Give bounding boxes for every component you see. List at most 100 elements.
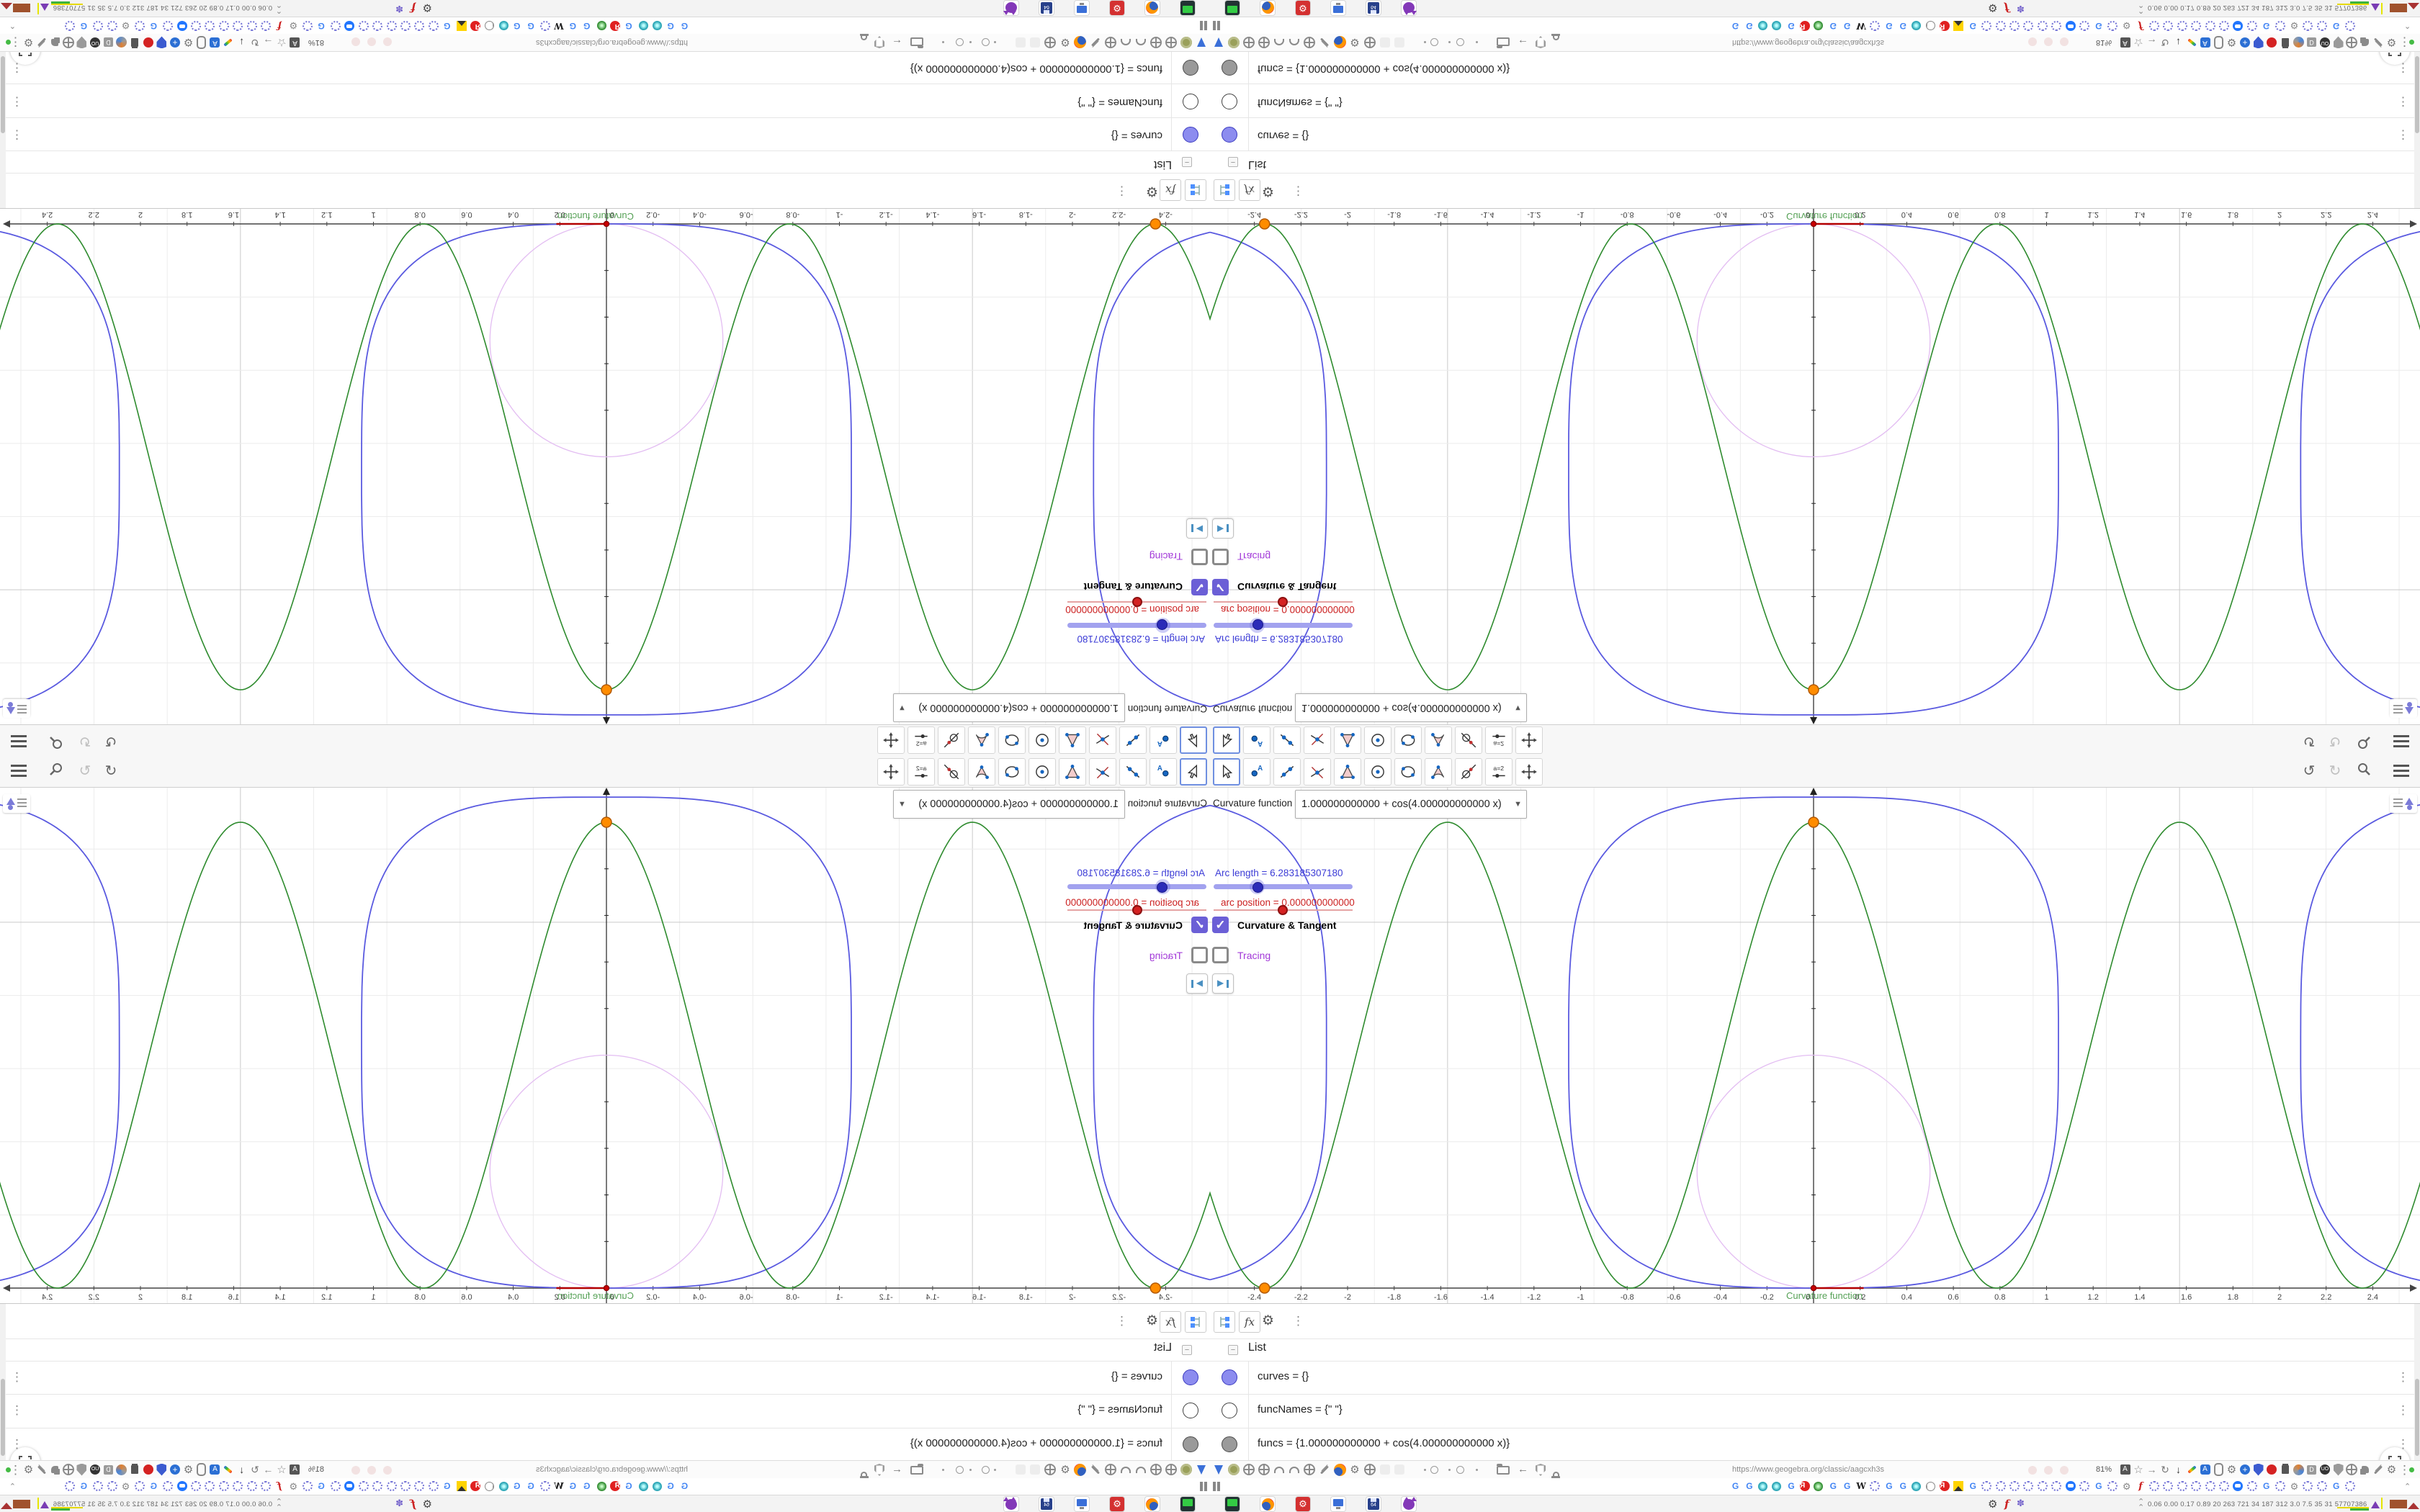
globe-icon[interactable] [1164,1462,1178,1477]
graphics-view[interactable]: Curvature function -2.4 -2.2 -2 -1.8 -1.6 -1.4… [0,788,1210,1303]
tab-circle-icon[interactable] [1448,41,1451,44]
chevron-up-icon[interactable]: ⌃ [9,21,16,30]
redo-button[interactable]: ↻ [2326,732,2344,750]
map-pin-icon[interactable] [1211,1462,1226,1477]
bookmark-flash-favicon[interactable]: f [2136,20,2146,31]
wrench-icon[interactable] [36,35,48,50]
star-icon[interactable]: ☆ [276,1462,288,1477]
algebra-row[interactable]: funcs = {1.000000000000 + cos(4.00000000… [1210,1428,2420,1461]
tool-move-button[interactable] [1180,758,1207,786]
tab-circle-icon[interactable] [956,38,964,47]
bookmark-geogebra-favicon[interactable] [93,21,104,31]
bookmark-geogebra-favicon[interactable] [372,21,383,31]
bookmark-google-favicon[interactable]: G [1898,20,1909,31]
row-kebab-menu[interactable]: ⋮ [11,127,23,142]
tool-point-button[interactable]: A [1243,726,1270,754]
bookmark-geogebra-favicon[interactable] [358,1481,369,1491]
graphics-stylebar-toggle[interactable] [3,699,30,718]
search-button[interactable] [47,762,66,780]
function-input[interactable]: 1.000000000000 + cos(4.000000000000 x) ▼ [893,693,1125,722]
play-step-button[interactable]: ▶ [1212,973,1234,994]
bookmark-geogebra-favicon[interactable] [1981,1481,1992,1491]
download-icon[interactable]: ↓ [236,1462,248,1477]
algebra-kebab-menu[interactable]: ⋮ [1292,1314,1304,1328]
gear-icon[interactable]: ⚙ [1262,1313,1274,1329]
tab-circle-icon[interactable] [994,41,996,44]
shield-icon[interactable] [1536,36,1546,48]
bookmark-geogebra-favicon[interactable] [2205,1481,2215,1491]
gear-tray-icon[interactable]: ⚙ [1988,1,1997,14]
graphics-stylebar-toggle[interactable] [2390,794,2417,813]
globe-icon[interactable] [63,1462,75,1477]
search-button[interactable] [2354,732,2373,750]
zoom-level-indicator[interactable]: 81% [308,1465,324,1474]
bookmark-geogebra-favicon[interactable] [2037,1481,2048,1491]
tab-circle-icon[interactable] [1456,38,1464,47]
arc-length-knob[interactable] [1157,882,1168,893]
bookmark-gear-favicon[interactable]: ⚙ [120,20,131,31]
globe-icon[interactable] [2346,35,2358,50]
back-arrow-icon[interactable]: ← [892,37,902,49]
tool-tangents-button[interactable] [1455,726,1482,754]
tool-circle-center-point-button[interactable] [1364,726,1392,754]
algebra-tree-button[interactable] [1214,179,1235,201]
translate-blue-icon[interactable]: A [209,35,221,50]
tool-polygon-button[interactable] [1334,758,1361,786]
bookmark-geogebra-favicon[interactable] [2219,1481,2229,1491]
terminal-green-app-button[interactable] [1180,1497,1195,1511]
mouse-icon[interactable] [2213,35,2225,50]
bookmark-teal-favicon[interactable] [498,21,508,30]
arc-position-knob[interactable] [1278,597,1288,607]
tracing-checkbox[interactable] [1191,549,1208,565]
tool-point-button[interactable]: A [1150,726,1177,754]
url-field[interactable]: https://www.geogebra.org/classic/aagcxh3… [536,38,688,47]
flower-tray-icon[interactable]: ✽ [2017,1498,2025,1509]
bookmark-teal-favicon[interactable] [1772,21,1782,30]
search-button[interactable] [47,732,66,750]
visibility-marble[interactable] [1222,127,1237,143]
wrench-icon[interactable] [36,1462,48,1477]
redo-button[interactable]: ↻ [76,732,94,750]
bookmark-geogebra-favicon[interactable] [2079,1481,2089,1491]
algebra-row[interactable]: curves = {} ⋮ [1210,1361,2420,1394]
bookmark-geogebra-favicon[interactable] [2107,21,2118,31]
bookmark-flash-favicon[interactable]: f [2136,1481,2146,1492]
bookmark-google-favicon[interactable]: G [1828,1481,1839,1492]
tool-point-button[interactable]: A [1243,758,1270,786]
bookmark-bluedot-favicon[interactable] [2065,1481,2076,1491]
bookmark-geogebra-favicon[interactable] [2023,1481,2034,1491]
bookmark-teal-favicon[interactable] [1757,21,1767,30]
algebra-row[interactable]: funcNames = {" "} ⋮ [0,85,1210,118]
bookmark-geogebra-favicon[interactable] [2275,1481,2285,1491]
bookmark-geogebra-favicon[interactable] [107,1481,117,1491]
settings-red-app-button[interactable]: ⚙ [1296,1,1310,15]
zoom-level-indicator[interactable]: 81% [308,38,324,47]
bookmark-yandex-favicon[interactable]: R [610,1481,620,1491]
gear-icon[interactable]: ⚙ [2226,1462,2238,1477]
bookmark-google-favicon[interactable]: G [2261,1481,2272,1492]
tool-line-button[interactable] [1119,758,1147,786]
tab-circle-icon[interactable] [1476,1468,1478,1471]
trash-icon[interactable] [129,1462,141,1477]
tool-move-graphics-button[interactable] [877,726,905,754]
tab-circle-icon[interactable] [982,38,990,47]
globe-color-icon[interactable] [2293,35,2305,50]
bookmark-wikipedia-favicon[interactable]: W [1856,1481,1867,1492]
algebra-group-header[interactable]: List [1248,158,1266,171]
tab-circle-icon[interactable] [1430,1465,1438,1474]
visibility-marble[interactable] [1222,93,1237,109]
arc-length-knob[interactable] [1252,882,1263,893]
tracing-checkbox[interactable] [1212,549,1229,565]
bookmark-google-favicon[interactable]: G [316,20,327,31]
tool-ellipse-button[interactable] [1394,726,1422,754]
star-icon[interactable]: ☆ [2133,1462,2145,1477]
algebra-row[interactable]: funcNames = {" "} ⋮ [0,1394,1210,1427]
graphics-canvas[interactable]: Curvature function -2.4 -2.2 -2 -1.8 -1.6 -1.4… [1210,788,2420,1303]
bookmark-google-favicon[interactable]: G [1730,20,1741,31]
plus-blue-icon[interactable]: + [2239,35,2251,50]
tool-circle-center-point-button[interactable] [1028,726,1056,754]
bookmark-google-favicon[interactable]: G [2093,20,2104,31]
bookmark-gear-favicon[interactable]: ⚙ [120,1481,131,1492]
translate-blue-icon[interactable]: A [2199,35,2211,50]
bookmark-yandex-favicon[interactable]: R [470,1481,480,1491]
